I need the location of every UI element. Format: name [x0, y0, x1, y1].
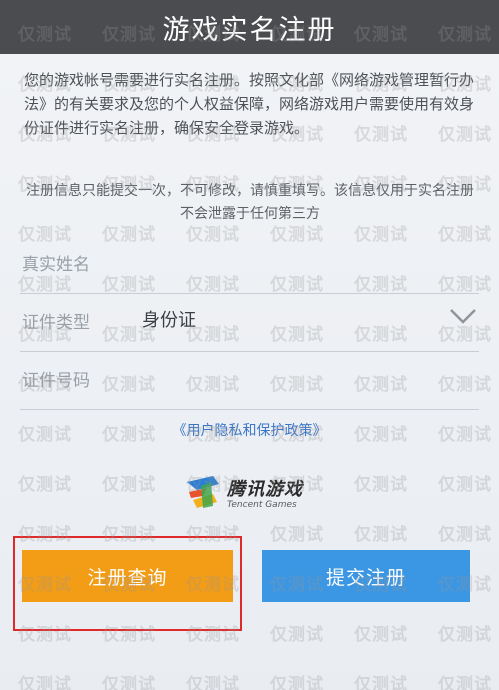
- logo-name-cn: 腾讯游戏: [227, 478, 303, 500]
- privacy-policy-link[interactable]: 《用户隐私和保护政策》: [0, 420, 499, 440]
- id-type-value: 身份证: [142, 310, 196, 331]
- tencent-games-logo-icon: [187, 476, 219, 508]
- chevron-down-icon[interactable]: [449, 306, 477, 326]
- real-name-label: 真实姓名: [22, 255, 90, 275]
- tencent-games-logo: 腾讯游戏 Tencent Games: [183, 470, 333, 514]
- notice-text: 注册信息只能提交一次，不可修改，请慎重填写。该信息仅用于实名注册不会泄露于任何第…: [26, 183, 474, 222]
- id-type-select[interactable]: 证件类型 身份证: [20, 296, 479, 352]
- id-number-field[interactable]: 证件号码: [20, 354, 479, 410]
- submit-registration-button[interactable]: 提交注册: [262, 550, 470, 602]
- logo-name-en: Tencent Games: [227, 499, 297, 510]
- id-number-label: 证件号码: [22, 371, 90, 391]
- page-title: 游戏实名注册: [162, 14, 337, 46]
- registration-query-button[interactable]: 注册查询: [22, 550, 233, 602]
- real-name-field[interactable]: 真实姓名: [20, 238, 479, 294]
- intro-text: 您的游戏帐号需要进行实名注册。按照文化部《网络游戏管理暂行办法》的有关要求及您的…: [24, 71, 475, 137]
- id-type-label: 证件类型: [22, 313, 90, 333]
- title-bar: 游戏实名注册: [0, 0, 499, 54]
